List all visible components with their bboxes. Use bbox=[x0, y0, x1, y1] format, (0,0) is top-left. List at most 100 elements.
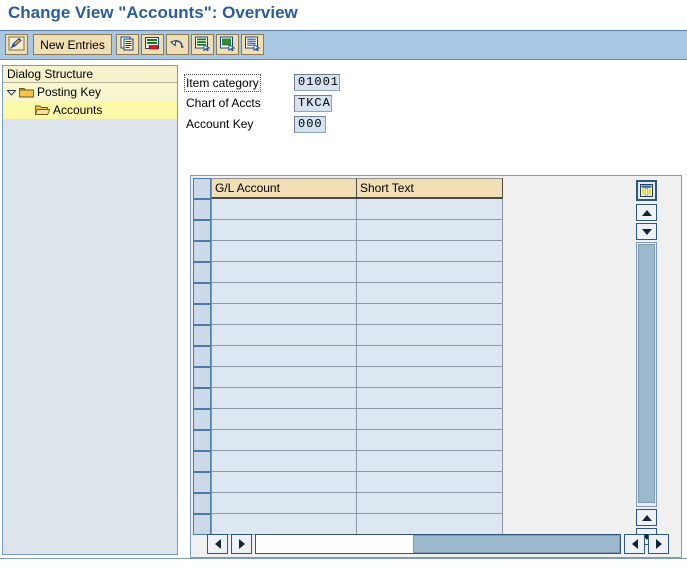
table-row[interactable] bbox=[193, 451, 503, 472]
cell-gl-account[interactable] bbox=[211, 451, 357, 472]
scroll-prev-icon[interactable] bbox=[231, 534, 252, 554]
arrow-right-glyph bbox=[238, 539, 245, 549]
cell-gl-account[interactable] bbox=[211, 409, 357, 430]
cell-short-text[interactable] bbox=[357, 493, 503, 514]
cell-gl-account[interactable] bbox=[211, 514, 357, 535]
row-selector-cell[interactable] bbox=[193, 430, 211, 451]
field-account-key-value[interactable]: 000 bbox=[294, 116, 326, 133]
row-selector-cell[interactable] bbox=[193, 367, 211, 388]
horizontal-scrollbar-thumb[interactable] bbox=[412, 535, 620, 553]
copy-icon bbox=[119, 36, 136, 54]
sidebar-item-accounts[interactable]: Accounts bbox=[3, 101, 177, 119]
scroll-last-icon[interactable] bbox=[648, 534, 669, 554]
cell-gl-account[interactable] bbox=[211, 283, 357, 304]
cell-gl-account[interactable] bbox=[211, 325, 357, 346]
cell-short-text[interactable] bbox=[357, 304, 503, 325]
field-item-category-value[interactable]: 01001 bbox=[294, 74, 340, 91]
cell-short-text[interactable] bbox=[357, 367, 503, 388]
select-all-rows-cell[interactable] bbox=[193, 178, 211, 199]
scroll-first-icon[interactable] bbox=[207, 534, 228, 554]
delete-button[interactable] bbox=[141, 34, 164, 55]
cell-gl-account[interactable] bbox=[211, 430, 357, 451]
scroll-page-down-icon[interactable] bbox=[636, 223, 657, 240]
table-row[interactable] bbox=[193, 241, 503, 262]
cell-short-text[interactable] bbox=[357, 262, 503, 283]
table-row[interactable] bbox=[193, 220, 503, 241]
row-selector-cell[interactable] bbox=[193, 472, 211, 493]
cell-gl-account[interactable] bbox=[211, 262, 357, 283]
row-selector-cell[interactable] bbox=[193, 304, 211, 325]
row-selector-cell[interactable] bbox=[193, 409, 211, 430]
cell-gl-account[interactable] bbox=[211, 304, 357, 325]
table-row[interactable] bbox=[193, 304, 503, 325]
cell-short-text[interactable] bbox=[357, 409, 503, 430]
field-chart-of-accts-value[interactable]: TKCA bbox=[294, 95, 332, 112]
cell-short-text[interactable] bbox=[357, 199, 503, 220]
select-all-button[interactable] bbox=[191, 34, 214, 55]
row-selector-cell[interactable] bbox=[193, 451, 211, 472]
cell-short-text[interactable] bbox=[357, 472, 503, 493]
cell-short-text[interactable] bbox=[357, 388, 503, 409]
cell-gl-account[interactable] bbox=[211, 199, 357, 220]
row-selector-cell[interactable] bbox=[193, 199, 211, 220]
table-row[interactable] bbox=[193, 493, 503, 514]
row-selector-cell[interactable] bbox=[193, 346, 211, 367]
cell-gl-account[interactable] bbox=[211, 367, 357, 388]
table-row[interactable] bbox=[193, 325, 503, 346]
table-row[interactable] bbox=[193, 430, 503, 451]
row-selector-cell[interactable] bbox=[193, 325, 211, 346]
dialog-structure-panel: Dialog Structure Posting Key Accounts bbox=[2, 65, 178, 555]
cell-gl-account[interactable] bbox=[211, 388, 357, 409]
table-settings-icon[interactable] bbox=[636, 180, 657, 201]
cell-gl-account[interactable] bbox=[211, 493, 357, 514]
table-row[interactable] bbox=[193, 514, 503, 535]
cell-gl-account[interactable] bbox=[211, 220, 357, 241]
row-selector-cell[interactable] bbox=[193, 493, 211, 514]
accounts-table-control: G/L Account Short Text bbox=[190, 175, 682, 558]
cell-short-text[interactable] bbox=[357, 325, 503, 346]
cell-gl-account[interactable] bbox=[211, 241, 357, 262]
table-row[interactable] bbox=[193, 409, 503, 430]
table-row[interactable] bbox=[193, 367, 503, 388]
column-header-short-text[interactable]: Short Text bbox=[357, 178, 503, 199]
table-row[interactable] bbox=[193, 388, 503, 409]
column-header-gl-account[interactable]: G/L Account bbox=[211, 178, 357, 199]
deselect-all-button[interactable] bbox=[216, 34, 239, 55]
cell-short-text[interactable] bbox=[357, 241, 503, 262]
sidebar-item-accounts-label: Accounts bbox=[53, 103, 103, 117]
vertical-scrollbar-track[interactable] bbox=[636, 242, 657, 507]
row-selector-cell[interactable] bbox=[193, 283, 211, 304]
undo-button[interactable] bbox=[166, 34, 189, 55]
row-selector-cell[interactable] bbox=[193, 514, 211, 535]
new-entries-label: New Entries bbox=[40, 37, 105, 52]
scroll-next-icon[interactable] bbox=[624, 534, 645, 554]
row-selector-cell[interactable] bbox=[193, 388, 211, 409]
display-change-button[interactable] bbox=[5, 34, 28, 55]
cell-gl-account[interactable] bbox=[211, 472, 357, 493]
cell-gl-account[interactable] bbox=[211, 346, 357, 367]
table-row[interactable] bbox=[193, 472, 503, 493]
row-selector-cell[interactable] bbox=[193, 241, 211, 262]
sidebar-item-posting-key[interactable]: Posting Key bbox=[3, 83, 177, 101]
horizontal-scrollbar-track[interactable] bbox=[255, 534, 621, 554]
row-selector-cell[interactable] bbox=[193, 220, 211, 241]
cell-short-text[interactable] bbox=[357, 220, 503, 241]
new-entries-button[interactable]: New Entries bbox=[33, 34, 112, 55]
table-row[interactable] bbox=[193, 262, 503, 283]
cell-short-text[interactable] bbox=[357, 430, 503, 451]
cell-short-text[interactable] bbox=[357, 451, 503, 472]
table-row[interactable] bbox=[193, 199, 503, 220]
details-button[interactable] bbox=[241, 34, 264, 55]
cell-short-text[interactable] bbox=[357, 283, 503, 304]
status-strip bbox=[0, 558, 687, 567]
scroll-page-up-icon[interactable] bbox=[636, 204, 657, 221]
vertical-scrollbar-thumb[interactable] bbox=[638, 244, 655, 503]
cell-short-text[interactable] bbox=[357, 514, 503, 535]
row-selector-cell[interactable] bbox=[193, 262, 211, 283]
chevron-down-icon[interactable] bbox=[3, 83, 19, 101]
cell-short-text[interactable] bbox=[357, 346, 503, 367]
table-row[interactable] bbox=[193, 283, 503, 304]
table-row[interactable] bbox=[193, 346, 503, 367]
scroll-up-icon[interactable] bbox=[636, 509, 657, 526]
copy-as-button[interactable] bbox=[116, 34, 139, 55]
